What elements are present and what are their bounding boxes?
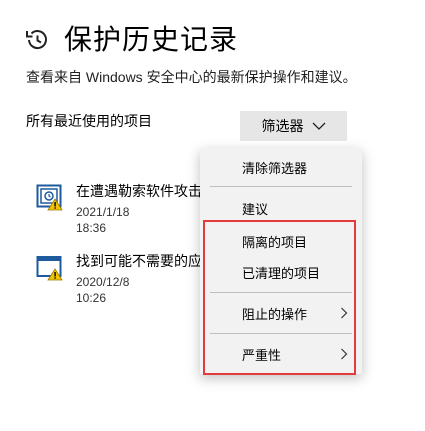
chevron-right-icon (341, 348, 348, 360)
filter-menu: 清除筛选器 建议 隔离的项目 已清理的项目 阻止的操作 严重性 (200, 148, 362, 374)
page-title: 保护历史记录 (64, 24, 239, 55)
menu-item-label: 严重性 (242, 347, 282, 363)
menu-item-severity[interactable]: 严重性 (200, 339, 362, 369)
menu-divider (210, 333, 352, 334)
filter-button-label: 筛选器 (261, 118, 304, 134)
menu-divider (210, 186, 352, 187)
menu-item-label: 建议 (242, 201, 269, 217)
page-description: 查看来自 Windows 安全中心的最新保护操作和建议。 (26, 69, 357, 85)
menu-item-label: 已清理的项目 (242, 265, 321, 281)
menu-item-cleaned[interactable]: 已清理的项目 (200, 257, 362, 287)
menu-item-label: 阻止的操作 (242, 306, 308, 322)
chevron-down-icon (312, 122, 325, 130)
ransomware-warning-icon (36, 184, 63, 211)
history-item-date: 2020/12/8 10:26 (76, 275, 130, 305)
history-item-date: 2021/1/18 18:36 (76, 205, 130, 235)
menu-item-quarantined[interactable]: 隔离的项目 (200, 226, 362, 256)
recent-items-label: 所有最近使用的项目 (26, 113, 152, 129)
menu-item-label: 隔离的项目 (242, 234, 308, 250)
history-icon (26, 30, 47, 49)
menu-item-blocked-actions[interactable]: 阻止的操作 (200, 298, 362, 328)
menu-item-clear-filters[interactable]: 清除筛选器 (200, 152, 362, 182)
menu-divider (210, 292, 352, 293)
menu-item-recommendations[interactable]: 建议 (200, 193, 362, 223)
menu-item-label: 清除筛选器 (242, 160, 308, 176)
filter-button[interactable]: 筛选器 (240, 111, 347, 141)
chevron-right-icon (341, 307, 348, 319)
pua-warning-icon (36, 256, 63, 281)
